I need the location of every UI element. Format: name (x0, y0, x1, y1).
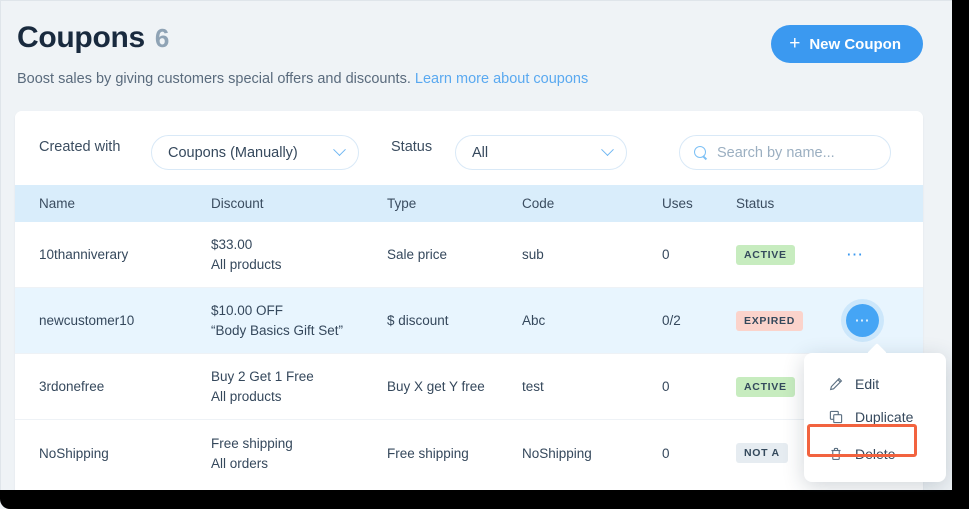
table-row[interactable]: 3rdonefree Buy 2 Get 1 Free All products… (15, 354, 923, 420)
cell-code: test (522, 379, 544, 394)
frame-edge-bottom (0, 490, 969, 509)
coupons-card: Created with Coupons (Manually) Status A… (15, 111, 923, 492)
status-badge: NOT A (736, 443, 788, 463)
discount-scope: “Body Basics Gift Set” (211, 323, 344, 338)
cell-type: Sale price (387, 247, 448, 262)
cell-name: 10thanniverary (39, 247, 129, 262)
row-action-menu: Edit Duplicate Delete (804, 343, 946, 482)
cell-name: 3rdonefree (39, 379, 105, 394)
page-subtitle-text: Boost sales by giving customers special … (17, 71, 411, 87)
screenshot-frame: Coupons 6 Boost sales by giving customer… (0, 0, 969, 509)
column-header-type: Type (387, 196, 417, 211)
cell-code: sub (522, 247, 544, 262)
table-header-row: Name Discount Type Code Uses Status (15, 185, 923, 222)
coupons-page: Coupons 6 Boost sales by giving customer… (0, 0, 952, 492)
status-label: Status (391, 139, 433, 155)
filter-bar: Created with Coupons (Manually) Status A… (15, 111, 923, 185)
cell-uses: 0 (662, 379, 670, 394)
search-input[interactable] (717, 144, 876, 161)
column-header-name: Name (39, 196, 76, 211)
column-header-uses: Uses (662, 196, 693, 211)
page-title: Coupons (17, 21, 145, 54)
search-box[interactable] (679, 135, 891, 170)
status-badge: ACTIVE (736, 376, 795, 397)
pencil-icon (828, 377, 843, 391)
menu-item-label: Delete (855, 445, 896, 462)
menu-item-edit[interactable]: Edit (804, 367, 946, 400)
table-row[interactable]: NoShipping Free shipping All orders Free… (15, 420, 923, 486)
copy-icon (828, 410, 843, 424)
plus-icon: + (789, 32, 801, 54)
column-header-code: Code (522, 196, 555, 211)
frame-edge-right (952, 0, 969, 509)
discount-scope: All orders (211, 455, 269, 471)
status-value: All (472, 144, 489, 161)
menu-item-label: Edit (855, 375, 880, 392)
cell-discount: Free shipping All orders (211, 436, 387, 471)
cell-type: $ discount (387, 313, 449, 328)
status-badge: EXPIRED (736, 310, 803, 331)
page-subtitle: Boost sales by giving customers special … (17, 71, 588, 87)
page-header: Coupons 6 Boost sales by giving customer… (1, 1, 952, 109)
cell-type: Buy X get Y free (387, 379, 485, 394)
discount-amount: Buy 2 Get 1 Free (211, 369, 314, 384)
ellipsis-icon-active[interactable]: ⋯ (846, 304, 879, 337)
cell-uses: 0/2 (662, 313, 681, 328)
coupons-table: Name Discount Type Code Uses Status 10th… (15, 185, 923, 486)
cell-discount: Buy 2 Get 1 Free All products (211, 369, 387, 404)
cell-actions: ⋯ (846, 304, 923, 337)
cell-discount: $33.00 All products (211, 237, 387, 272)
coupon-count: 6 (154, 23, 170, 53)
menu-item-delete[interactable]: Delete (804, 437, 946, 470)
discount-amount: Free shipping (211, 435, 293, 451)
menu-item-label: Duplicate (855, 408, 914, 425)
table-row[interactable]: 10thanniverary $33.00 All products Sale … (15, 222, 923, 288)
chevron-down-icon (333, 143, 346, 157)
status-select[interactable]: All (455, 135, 627, 170)
discount-amount: $10.00 OFF (211, 303, 284, 318)
column-header-status: Status (736, 196, 775, 211)
new-coupon-label: New Coupon (809, 35, 901, 53)
menu-item-duplicate[interactable]: Duplicate (804, 400, 946, 433)
discount-amount: $33.00 (211, 237, 253, 252)
created-with-value: Coupons (Manually) (168, 144, 298, 161)
status-badge: ACTIVE (736, 244, 795, 265)
table-row[interactable]: newcustomer10 $10.00 OFF “Body Basics Gi… (15, 288, 923, 354)
cell-status: ACTIVE (736, 244, 846, 265)
cell-uses: 0 (662, 445, 670, 461)
new-coupon-button[interactable]: + New Coupon (771, 25, 923, 63)
cell-name: NoShipping (39, 445, 109, 461)
page-title-row: Coupons 6 (17, 21, 169, 55)
cell-code: NoShipping (522, 445, 592, 461)
created-with-label: Created with (39, 139, 121, 155)
cell-type: Free shipping (387, 445, 469, 461)
search-icon (694, 145, 708, 160)
column-header-discount: Discount (211, 196, 264, 211)
cell-actions: ⋯ (846, 246, 923, 263)
discount-scope: All products (211, 389, 282, 404)
cell-name: newcustomer10 (39, 313, 135, 328)
cell-status: EXPIRED (736, 310, 846, 331)
discount-scope: All products (211, 257, 282, 272)
ellipsis-icon[interactable]: ⋯ (846, 246, 864, 263)
cell-uses: 0 (662, 247, 670, 262)
learn-more-link[interactable]: Learn more about coupons (415, 71, 588, 87)
cell-discount: $10.00 OFF “Body Basics Gift Set” (211, 303, 387, 338)
trash-icon (828, 447, 843, 461)
chevron-down-icon (601, 143, 614, 157)
cell-code: Abc (522, 313, 546, 328)
created-with-select[interactable]: Coupons (Manually) (151, 135, 359, 170)
